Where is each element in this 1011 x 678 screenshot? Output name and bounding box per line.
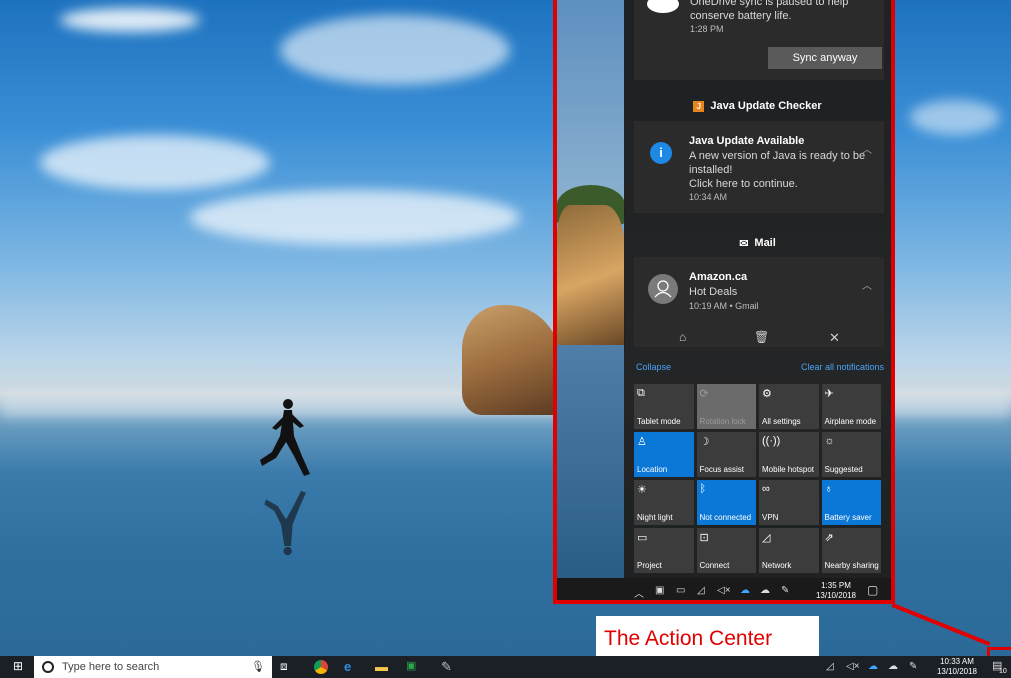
taskbar-clock[interactable]: 10:33 AM 13/10/2018 [932,657,982,677]
search-icon [42,661,54,673]
search-box[interactable]: Type here to search [34,656,272,678]
volume-muted-icon[interactable]: ◁× [846,661,860,672]
notification-count-badge: 10 [999,668,1007,675]
taskbar-time: 10:33 AM [940,657,974,666]
runner-silhouette [260,399,310,476]
sea-rock [462,305,562,415]
onedrive-icon[interactable]: ☁ [868,661,878,672]
cloud [280,15,510,85]
taskbar-date: 13/10/2018 [936,667,978,676]
cloud-icon[interactable]: ☁ [888,661,898,672]
cloud [910,100,1000,135]
windows-start-icon[interactable]: ⊞ [13,659,23,673]
paint-icon[interactable]: ✎ [441,659,452,675]
caption-text: The Action Center [604,627,773,650]
cloud [190,190,520,245]
runner-reflection [264,491,306,556]
search-input[interactable]: Type here to search [62,661,159,673]
edge-icon[interactable]: e [344,659,351,674]
taskbar: ⊞ Type here to search 🎙 ⧈ e ▬ ▣ ✎ ◿ ◁× ☁… [0,656,1011,678]
file-explorer-icon[interactable]: ▬ [375,659,388,674]
action-center-highlight [553,0,895,604]
microphone-icon[interactable]: 🎙 [251,660,265,673]
task-view-icon[interactable]: ⧈ [280,659,288,674]
pen-icon[interactable]: ✎ [909,661,917,672]
chrome-icon[interactable] [314,660,328,674]
project-app-icon[interactable]: ▣ [406,659,416,672]
cloud [40,135,270,190]
cloud [60,8,200,32]
wifi-icon[interactable]: ◿ [826,661,834,672]
